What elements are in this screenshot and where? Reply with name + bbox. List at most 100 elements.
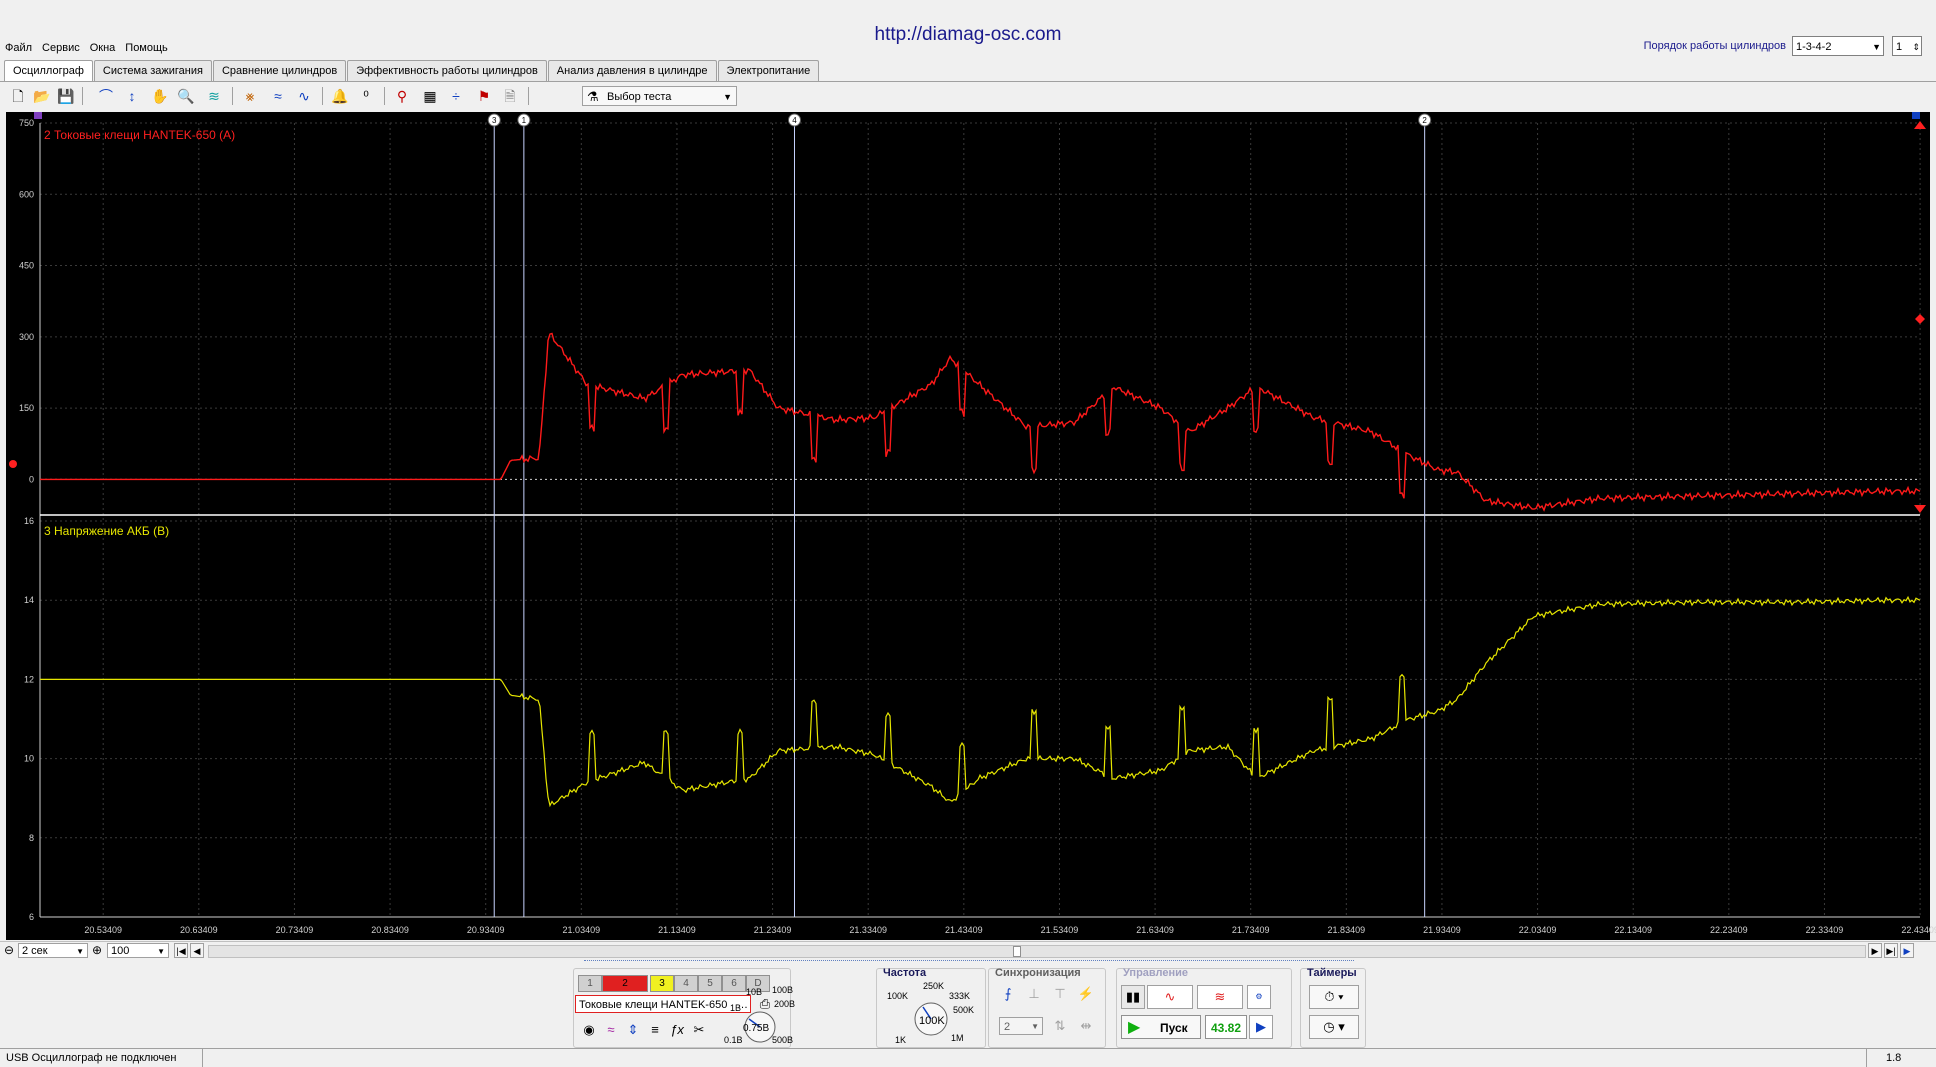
marker-flag-icon[interactable]: ⚑ [474, 86, 494, 106]
left-edge-marker[interactable] [34, 112, 42, 119]
cylinder-select[interactable]: 1 ⇕ [1892, 36, 1922, 56]
open-folder-icon[interactable]: 📂 [32, 86, 52, 106]
tab-power[interactable]: Электропитание [717, 60, 820, 81]
overlay-icon[interactable]: ≈ [268, 86, 288, 106]
step-back-button[interactable]: ◀ [190, 943, 204, 958]
auto-run-icon[interactable]: ▶ [1249, 1015, 1273, 1039]
time-zoom-out-icon[interactable]: ⊖ [4, 943, 14, 957]
waveform-icon[interactable]: ∿ [294, 86, 314, 106]
tools-icon[interactable]: ✂ [688, 1019, 710, 1041]
chevron-down-icon: ▼ [723, 92, 732, 102]
pulse-icon[interactable]: ⊤ [1049, 983, 1071, 1005]
pause-icon[interactable]: ▮▮ [1121, 985, 1145, 1009]
new-file-icon[interactable]: 🗋 [8, 86, 28, 106]
connection-status: USB Осциллограф не подключен [0, 1049, 203, 1067]
fps-readout: 43.82 [1205, 1015, 1247, 1039]
chevron-down-icon: ▼ [1031, 1022, 1039, 1031]
invert-icon[interactable]: ≈ [600, 1019, 622, 1041]
frequency-value: 100K [919, 1015, 945, 1027]
table-icon[interactable]: ▦ [420, 86, 440, 106]
firing-order-value: 1-3-4-2 [1796, 41, 1832, 53]
zoom-icon[interactable]: 🔍 [176, 86, 196, 106]
rising-edge-icon[interactable]: ⨍ [997, 983, 1019, 1005]
timer-clock-icon[interactable]: ◷ ▾ [1309, 1015, 1359, 1039]
x-tick-label: 21.03409 [563, 925, 601, 935]
auto-settings-icon[interactable]: ⚙ [1247, 985, 1271, 1009]
function-icon[interactable]: ƒx [666, 1019, 688, 1041]
lines-icon[interactable]: ≡ [644, 1019, 666, 1041]
timer-stopwatch-icon[interactable]: ⏱ ▾ [1309, 985, 1359, 1009]
save-icon[interactable]: 💾 [56, 86, 76, 106]
y-tick-label-current: 600 [19, 189, 34, 199]
go-start-button[interactable]: |◀ [174, 943, 188, 958]
time-scrollbar[interactable] [208, 945, 1866, 958]
sync-title: Синхронизация [995, 967, 1081, 979]
hand-pan-icon[interactable]: ✋ [150, 86, 170, 106]
x-tick-label: 21.73409 [1232, 925, 1270, 935]
cursor-filter-icon[interactable]: ⚲ [392, 86, 412, 106]
falling-edge-icon[interactable]: ⊥ [1023, 983, 1045, 1005]
sync-channel-select[interactable]: 2 ▼ [999, 1017, 1043, 1035]
camera-icon[interactable]: ◉ [578, 1019, 600, 1041]
zero-icon[interactable]: ⁰ [356, 86, 376, 106]
channel-5-button[interactable]: 5 [698, 975, 722, 992]
x-tick-label: 22.33409 [1806, 925, 1844, 935]
cursor-number: 1 [522, 116, 527, 125]
control-panel: Управление ▮▮ ∿ ≋ ⚙ ▶ Пуск 43.82 ▶ [1116, 967, 1292, 1048]
y-tick-label-current: 0 [29, 474, 34, 484]
go-end-button[interactable]: ▶| [1884, 943, 1898, 958]
cursor-number: 2 [1422, 116, 1427, 125]
menu-file[interactable]: Файл [0, 40, 37, 56]
step-forward-button[interactable]: ▶ [1868, 943, 1882, 958]
tab-cylinder-efficiency[interactable]: Эффективность работы цилиндров [347, 60, 547, 81]
measure-icon[interactable]: ↕ [122, 86, 142, 106]
channel-1-button[interactable]: 1 [578, 975, 602, 992]
channel-4-button[interactable]: 4 [674, 975, 698, 992]
channel-3-button[interactable]: 3 [650, 975, 674, 992]
split-icon[interactable]: ÷ [446, 86, 466, 106]
zoom-select[interactable]: 100 ▼ [107, 943, 169, 958]
menu-service[interactable]: Сервис [37, 40, 85, 56]
scale-curve-icon[interactable]: ⌒ [96, 86, 116, 106]
channel-panel: 1 2 3 4 5 6 D Токовые клещи HANTEK-650… … [573, 968, 795, 1048]
frequency-scale-label: 250K [923, 981, 945, 991]
single-wave-icon[interactable]: ∿ [1147, 985, 1193, 1009]
zoom-in-icon[interactable]: ⊕ [92, 943, 102, 957]
filter-icon[interactable]: ⨳ [240, 86, 260, 106]
menu-windows[interactable]: Окна [85, 40, 121, 56]
amplitude-scale-label: 200B [774, 999, 796, 1009]
time-division-select[interactable]: 2 сек ▼ [18, 943, 88, 958]
notes-icon[interactable]: 🗎 [500, 86, 520, 106]
scrollbar-thumb[interactable] [1013, 946, 1021, 957]
menu-help[interactable]: Помощь [120, 40, 173, 56]
y-tick-label-voltage: 8 [29, 833, 34, 843]
auto-sync-icon[interactable]: ⚡ [1075, 983, 1097, 1005]
tab-cylinder-compare[interactable]: Сравнение цилиндров [212, 60, 347, 81]
channel-2-button[interactable]: 2 [602, 975, 648, 992]
right-edge-marker[interactable] [1912, 112, 1920, 119]
y-tick-label-current: 300 [19, 332, 34, 342]
play-forward-button[interactable]: ▶ [1900, 943, 1914, 958]
x-tick-label: 22.43409 [1901, 925, 1936, 935]
sync-level-icon[interactable]: ⇅ [1049, 1015, 1071, 1037]
test-select[interactable]: ⚗ Выбор теста ▼ [582, 86, 737, 106]
chevron-down-icon: ▼ [76, 947, 84, 956]
status-empty-cell [204, 1049, 1867, 1067]
frequency-panel: Частота 100K 250K 100K 333K 500K 1K 1M [876, 967, 986, 1048]
tab-oscilloscope[interactable]: Осциллограф [4, 60, 93, 82]
tab-ignition[interactable]: Система зажигания [93, 60, 212, 81]
tab-pressure-analysis[interactable]: Анализ давления в цилиндре [547, 60, 717, 81]
offset-icon[interactable]: ⇕ [622, 1019, 644, 1041]
bell-icon[interactable]: 🔔 [330, 86, 350, 106]
sync-delay-icon[interactable]: ⇹ [1075, 1015, 1097, 1037]
firing-order-select[interactable]: 1-3-4-2 ▼ [1792, 36, 1884, 56]
channels-icon[interactable]: ≋ [204, 86, 224, 106]
continuous-wave-icon[interactable]: ≋ [1197, 985, 1243, 1009]
channel-2-zero-marker[interactable] [9, 460, 17, 468]
oscilloscope-plot[interactable]: 20.53409 20.63409 20.73409 20.83409 20.93409… [0, 111, 1936, 941]
frequency-scale-label: 333K [949, 991, 971, 1001]
channel-6-button[interactable]: 6 [722, 975, 746, 992]
version-label: 1.8 [1886, 1052, 1902, 1064]
probe-select[interactable]: Токовые клещи HANTEK-650… [575, 995, 751, 1013]
run-button[interactable]: ▶ Пуск [1121, 1015, 1201, 1039]
